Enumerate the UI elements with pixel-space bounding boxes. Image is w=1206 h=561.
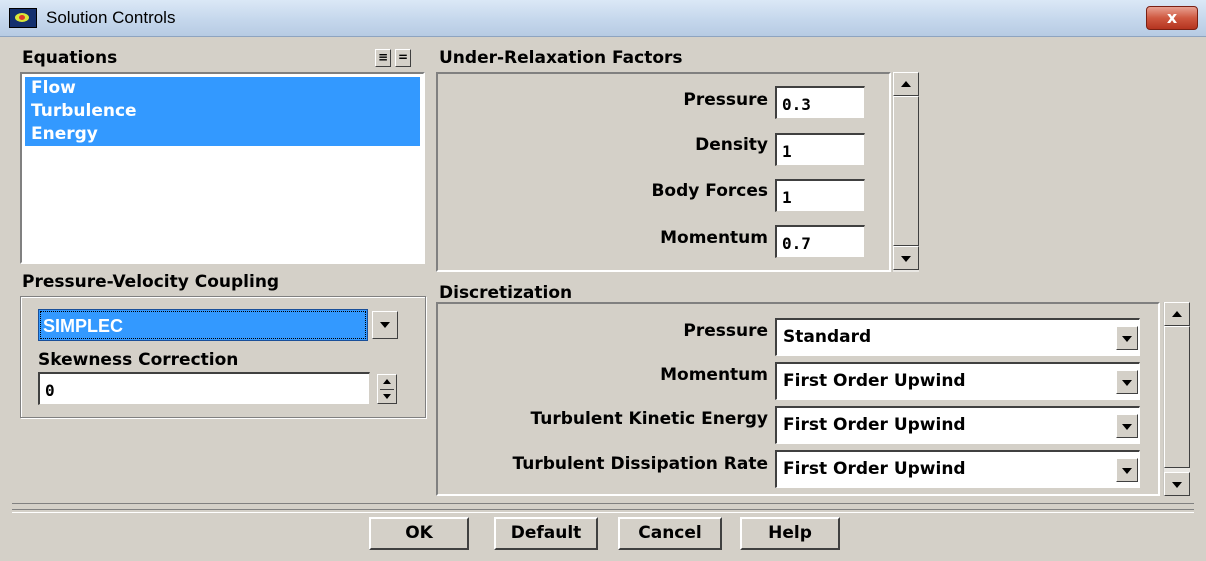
urf-pressure-field[interactable]: 0.3 xyxy=(775,86,865,119)
scroll-up-button[interactable] xyxy=(1164,302,1190,326)
urf-density-label: Density xyxy=(695,135,768,155)
skewness-spinner[interactable] xyxy=(377,374,397,404)
disc-tke-label: Turbulent Kinetic Energy xyxy=(530,409,768,429)
arrow-up-icon xyxy=(1172,311,1182,317)
scroll-thumb[interactable] xyxy=(1164,326,1190,468)
skewness-label: Skewness Correction xyxy=(38,350,239,370)
urf-density-field[interactable]: 1 xyxy=(775,133,865,166)
scheme-dropdown[interactable]: SIMPLEC xyxy=(38,309,368,341)
arrow-down-icon xyxy=(1172,482,1182,488)
chevron-down-icon[interactable] xyxy=(1116,457,1138,482)
discretization-scrollbar[interactable] xyxy=(1163,302,1190,496)
urf-pressure-label: Pressure xyxy=(683,90,768,110)
close-icon: x xyxy=(1166,8,1178,27)
scheme-value: SIMPLEC xyxy=(43,316,124,336)
disc-pressure-label: Pressure xyxy=(683,321,768,341)
app-icon xyxy=(9,8,37,28)
disc-tdr-value: First Order Upwind xyxy=(783,459,966,479)
deselect-all-button[interactable]: = xyxy=(395,49,411,67)
footer-divider xyxy=(12,509,1194,513)
chevron-down-icon[interactable] xyxy=(1116,413,1138,438)
scroll-thumb[interactable] xyxy=(893,96,919,246)
scroll-up-button[interactable] xyxy=(893,72,919,96)
cancel-button[interactable]: Cancel xyxy=(618,517,722,550)
disc-tdr-label: Turbulent Dissipation Rate xyxy=(512,454,768,474)
disc-tke-value: First Order Upwind xyxy=(783,415,966,435)
arrow-down-icon xyxy=(901,256,911,262)
disc-tdr-dropdown[interactable]: First Order Upwind xyxy=(775,450,1140,488)
scroll-down-button[interactable] xyxy=(893,246,919,270)
urf-label: Under-Relaxation Factors xyxy=(439,48,683,68)
spin-up-icon xyxy=(383,379,391,384)
list-item-energy[interactable]: Energy xyxy=(25,123,420,146)
scheme-dropdown-button[interactable] xyxy=(372,311,398,339)
urf-momentum-field[interactable]: 0.7 xyxy=(775,225,865,258)
select-all-button[interactable]: ≡ xyxy=(375,49,391,67)
pvc-label: Pressure-Velocity Coupling xyxy=(22,272,280,292)
disc-tke-dropdown[interactable]: First Order Upwind xyxy=(775,406,1140,444)
equations-label: Equations xyxy=(22,48,118,68)
disc-momentum-label: Momentum xyxy=(660,365,768,385)
urf-body-forces-label: Body Forces xyxy=(651,181,768,201)
list-item-flow[interactable]: Flow xyxy=(25,77,420,100)
skewness-field[interactable]: 0 xyxy=(38,372,370,405)
urf-momentum-label: Momentum xyxy=(660,228,768,248)
close-button[interactable]: x xyxy=(1146,6,1198,30)
chevron-down-icon[interactable] xyxy=(1116,369,1138,394)
disc-momentum-value: First Order Upwind xyxy=(783,371,966,391)
urf-scrollbar[interactable] xyxy=(892,72,919,272)
arrow-up-icon xyxy=(901,81,911,87)
window-title: Solution Controls xyxy=(46,8,176,27)
footer-divider xyxy=(12,503,1194,504)
default-button[interactable]: Default xyxy=(494,517,598,550)
disc-pressure-dropdown[interactable]: Standard xyxy=(775,318,1140,356)
equations-listbox[interactable]: Flow Turbulence Energy xyxy=(20,72,425,264)
urf-body-forces-field[interactable]: 1 xyxy=(775,179,865,212)
disc-momentum-dropdown[interactable]: First Order Upwind xyxy=(775,362,1140,400)
list-item-turbulence[interactable]: Turbulence xyxy=(25,100,420,123)
disc-pressure-value: Standard xyxy=(783,327,872,347)
scroll-down-button[interactable] xyxy=(1164,472,1190,496)
discretization-label: Discretization xyxy=(439,283,573,303)
ok-button[interactable]: OK xyxy=(369,517,469,550)
title-bar: Solution Controls x xyxy=(0,0,1206,37)
chevron-down-icon[interactable] xyxy=(1116,325,1138,350)
help-button[interactable]: Help xyxy=(740,517,840,550)
spin-down-icon xyxy=(383,394,391,399)
chevron-down-icon xyxy=(380,322,390,328)
